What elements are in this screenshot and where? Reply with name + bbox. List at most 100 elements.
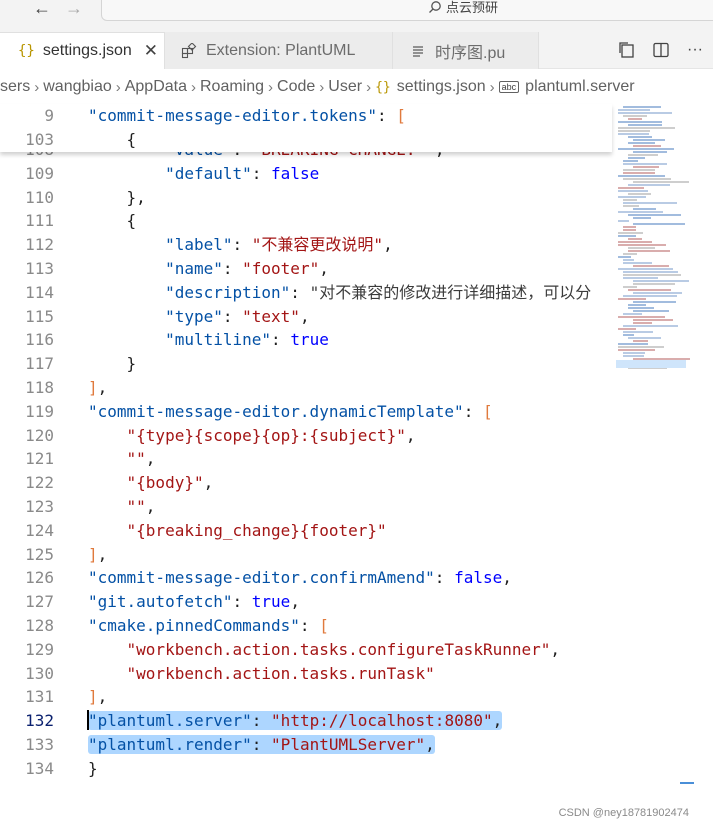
code-line[interactable]: 115 "type": "text",: [0, 305, 612, 329]
code-line[interactable]: 109 "default": false: [0, 162, 612, 186]
code-line[interactable]: 113 "name": "footer",: [0, 257, 612, 281]
code-line[interactable]: 131],: [0, 685, 612, 709]
code-line[interactable]: 111 {: [0, 209, 612, 233]
code-line[interactable]: 118],: [0, 376, 612, 400]
code-line[interactable]: 134}: [0, 757, 612, 781]
minimap-line: [623, 199, 638, 201]
code-editor[interactable]: 9 "commit-message-editor.tokens": [103 { …: [0, 104, 713, 825]
code-line[interactable]: 121 "",: [0, 447, 612, 471]
minimap-line: [623, 277, 658, 279]
watermark: CSDN @ney18781902474: [558, 807, 689, 819]
line-number: 128: [25, 616, 54, 635]
minimap-line: [633, 292, 683, 294]
code-line[interactable]: 128 "cmake.pinnedCommands": [: [0, 614, 612, 638]
line-number: 127: [25, 592, 54, 612]
minimap-line: [618, 175, 666, 177]
back-arrow-icon[interactable]: ←: [30, 0, 54, 20]
code-line[interactable]: 119 "commit-message-editor.dynamicTemplat…: [0, 400, 612, 424]
code-line[interactable]: 116 "multiline": true: [0, 328, 612, 352]
minimap-line: [628, 214, 682, 216]
breadcrumb-item[interactable]: Roaming: [200, 78, 264, 96]
breadcrumb-item[interactable]: sers: [0, 78, 30, 96]
minimap-line: [623, 352, 645, 354]
minimap-line: [628, 247, 655, 249]
chevron-right-icon: ›: [115, 78, 121, 96]
close-icon[interactable]: ✕: [144, 41, 158, 61]
minimap-line: [623, 172, 655, 174]
tab-label: Extension: PlantUML: [206, 41, 356, 59]
minimap-line: [633, 139, 666, 141]
minimap-line: [623, 274, 682, 276]
minimap-line: [633, 310, 669, 312]
json-braces-icon: {}: [18, 43, 35, 59]
minimap-line: [633, 322, 652, 324]
breadcrumb-item[interactable]: settings.json: [397, 78, 486, 96]
code-line[interactable]: 9 "commit-message-editor.tokens": [: [0, 104, 612, 128]
minimap-line: [633, 319, 673, 321]
minimap-line: [618, 187, 645, 189]
minimap-line: [618, 109, 651, 111]
line-number: 9: [44, 106, 54, 125]
minimap-line: [618, 316, 665, 318]
tab-extension-plantuml[interactable]: Extension: PlantUML: [165, 32, 393, 69]
code-line[interactable]: 129 "workbench.action.tasks.configureTas…: [0, 638, 612, 662]
code-line[interactable]: 127 "git.autofetch": true,: [0, 590, 612, 614]
code-text: "multiline": true: [165, 330, 329, 350]
code-line[interactable]: 126 "commit-message-editor.confirmAmend":…: [0, 566, 612, 590]
minimap-line: [628, 142, 655, 144]
breadcrumb-item[interactable]: User: [328, 78, 362, 96]
code-line[interactable]: 117 }: [0, 352, 612, 376]
minimap-line: [618, 298, 647, 300]
scrollbar-position-marker[interactable]: [680, 782, 694, 784]
code-line[interactable]: 120 "{type}{scope}{op}:{subject}",: [0, 424, 612, 448]
minimap-line: [633, 208, 657, 210]
line-number: 112: [25, 235, 54, 255]
minimap-line: [628, 154, 659, 156]
minimap-line: [618, 220, 630, 222]
code-line[interactable]: 125],: [0, 543, 612, 567]
minimap-line: [628, 124, 663, 126]
code-line[interactable]: 103 {: [0, 128, 612, 152]
minimap-line: [633, 217, 652, 219]
tab-settings-json[interactable]: {} settings.json ✕: [0, 32, 165, 69]
line-number: 111: [25, 211, 54, 231]
minimap-line: [623, 253, 637, 255]
code-text: "commit-message-editor.confirmAmend": fa…: [88, 568, 512, 588]
line-number: 109: [25, 163, 54, 183]
breadcrumb-item[interactable]: wangbiao: [43, 78, 112, 96]
code-text: "",: [126, 449, 156, 469]
title-bar: ← → 点云预研: [0, 0, 713, 24]
breadcrumb-item[interactable]: AppData: [125, 78, 187, 96]
code-line[interactable]: 132 "plantuml.server": "http://localhost:…: [0, 709, 612, 733]
minimap-line: [618, 112, 672, 114]
code-line[interactable]: 124 "{breaking_change}{footer}": [0, 519, 612, 543]
minimap-line: [623, 325, 678, 327]
minimap-line: [628, 307, 654, 309]
breadcrumb-item[interactable]: Code: [277, 78, 315, 96]
line-number: 121: [25, 449, 54, 469]
code-line[interactable]: 112 "label": "不兼容更改说明",: [0, 233, 612, 257]
more-actions-icon[interactable]: ···: [685, 40, 705, 60]
open-preview-icon[interactable]: [617, 40, 637, 60]
code-line[interactable]: 123 "",: [0, 495, 612, 519]
sticky-scroll-header[interactable]: 9 "commit-message-editor.tokens": [103 {: [0, 104, 612, 152]
json-braces-icon: {}: [375, 79, 391, 95]
minimap-line: [618, 244, 666, 246]
code-line[interactable]: 133 "plantuml.render": "PlantUMLServer",: [0, 733, 612, 757]
split-editor-icon[interactable]: [651, 40, 671, 60]
tab-sequence-diagram[interactable]: 时序图.pu: [393, 32, 539, 69]
code-line[interactable]: 114 "description": "对不兼容的修改进行详细描述，可以分: [0, 281, 612, 305]
editor-actions: ···: [617, 40, 705, 60]
line-number: 124: [25, 520, 54, 540]
minimap-line: [623, 115, 648, 117]
code-line[interactable]: 110 },: [0, 186, 612, 210]
breadcrumb-item[interactable]: plantuml.server: [525, 78, 634, 96]
code-line[interactable]: 130 "workbench.action.tasks.runTask": [0, 662, 612, 686]
code-line[interactable]: 122 "{body}",: [0, 471, 612, 495]
forward-arrow-icon[interactable]: →: [62, 0, 86, 20]
minimap-line: [618, 133, 649, 135]
minimap-line: [623, 313, 643, 315]
minimap[interactable]: [612, 104, 702, 825]
command-center-search[interactable]: 点云预研: [101, 0, 713, 21]
minimap-line: [633, 283, 675, 285]
